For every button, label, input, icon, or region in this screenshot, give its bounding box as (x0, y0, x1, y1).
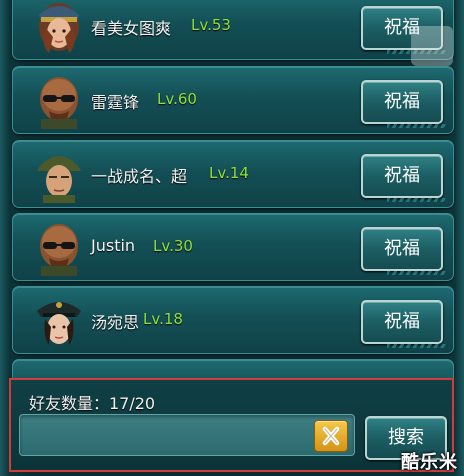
friend-row: 看美女图爽 Lv.53 祝福 (12, 0, 454, 60)
bald-sunglasses-avatar (40, 77, 78, 129)
game-panel: 看美女图爽 Lv.53 祝福 雷霆锋 Lv.60 祝福 一战成名、超 Lv.14… (0, 0, 464, 476)
friend-name: Justin (91, 236, 136, 255)
friend-name: 汤宛思 (91, 313, 140, 332)
friend-row: 一战成名、超 Lv.14 祝福 (12, 140, 454, 208)
friend-list[interactable]: 看美女图爽 Lv.53 祝福 雷霆锋 Lv.60 祝福 一战成名、超 Lv.14… (0, 0, 464, 378)
friend-row-partial (12, 359, 454, 378)
watermark-logo: 酷乐米 (401, 452, 458, 473)
bless-button[interactable]: 祝福 (361, 300, 443, 344)
clear-search-button[interactable] (314, 420, 348, 452)
bless-button[interactable]: 祝福 (361, 227, 443, 271)
friend-name: 一战成名、超 (91, 167, 188, 186)
helmet-soldier-avatar (37, 156, 81, 203)
friend-level: Lv.53 (191, 16, 231, 34)
female-pilot-avatar (39, 3, 79, 53)
friend-search-panel: 好友数量：17/20 搜索 (9, 378, 454, 472)
friend-row: Justin Lv.30 祝福 (12, 213, 454, 281)
overlay-badge-icon (411, 26, 453, 66)
friend-count-label: 好友数量：17/20 (29, 394, 156, 413)
friend-level: Lv.14 (209, 164, 249, 182)
bald-sunglasses-avatar (40, 224, 78, 276)
friend-row: 汤宛思 Lv.18 祝福 (12, 286, 454, 354)
close-icon (322, 426, 340, 446)
friend-name: 看美女图爽 (91, 19, 172, 38)
search-field-container (19, 414, 355, 456)
friend-level: Lv.18 (143, 310, 183, 328)
bless-button[interactable]: 祝福 (361, 154, 443, 198)
friend-level: Lv.60 (157, 90, 197, 108)
bless-button[interactable]: 祝福 (361, 80, 443, 124)
friend-row: 雷霆锋 Lv.60 祝福 (12, 66, 454, 134)
friend-search-input[interactable] (26, 423, 310, 449)
friend-name: 雷霆锋 (91, 93, 140, 112)
female-officer-avatar (37, 302, 81, 345)
friend-level: Lv.30 (153, 237, 193, 255)
